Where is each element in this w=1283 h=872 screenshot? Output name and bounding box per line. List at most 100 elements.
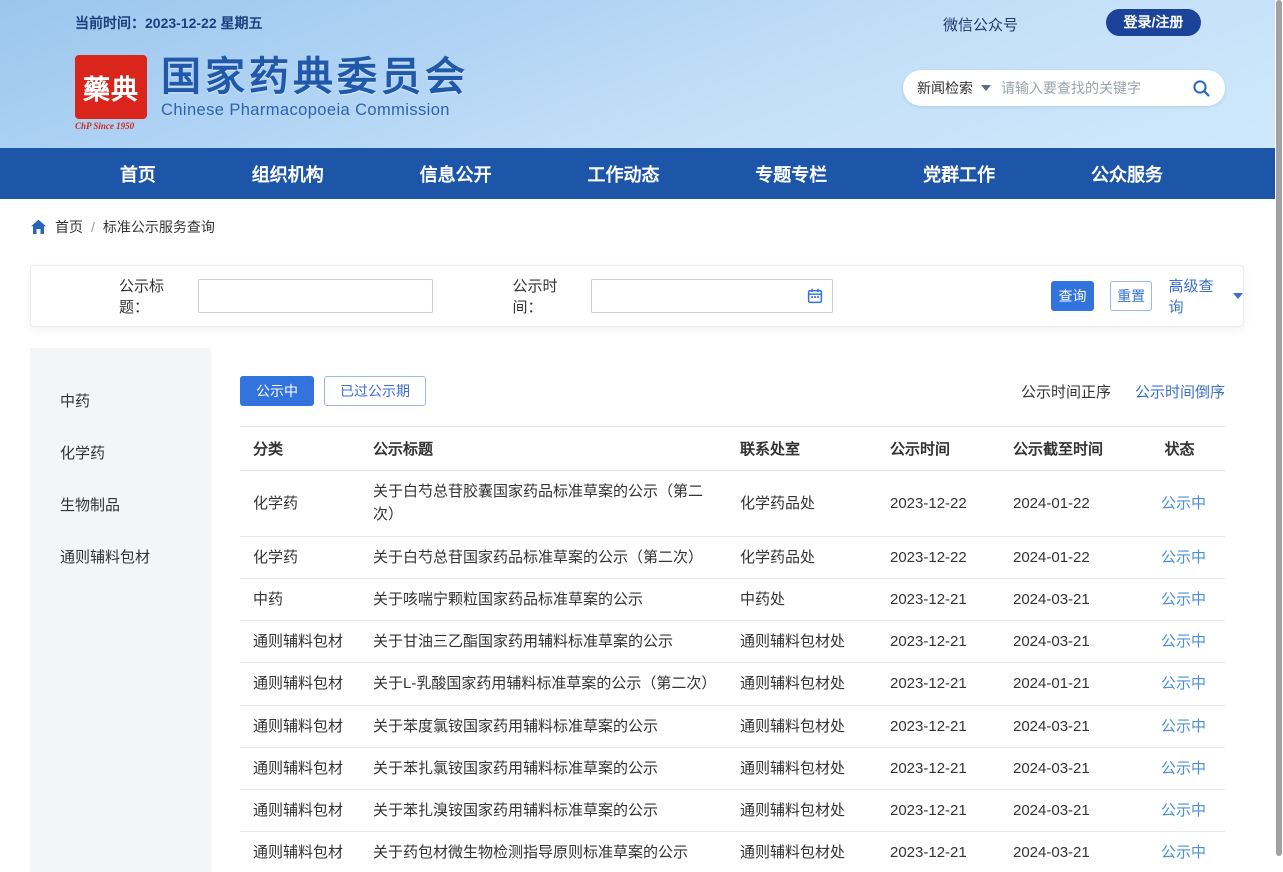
cell-deadline: 2024-03-21	[1000, 705, 1142, 747]
status-link[interactable]: 公示中	[1161, 633, 1206, 650]
category-sidebar: 中药 化学药 生物制品 通则辅料包材	[30, 348, 211, 872]
table-row: 通则辅料包材 关于药包材微生物检测指导原则标准草案的公示 通则辅料包材处 202…	[240, 832, 1225, 872]
site-names: 国家药典委员会 Chinese Pharmacopoeia Commission	[161, 55, 469, 120]
reset-button[interactable]: 重置	[1110, 281, 1153, 311]
sidebar-item-chemical[interactable]: 化学药	[30, 428, 211, 480]
status-link[interactable]: 公示中	[1161, 591, 1206, 608]
filter-panel: 公示标题： 公示时间： 查询 重置 高级查询	[30, 265, 1244, 327]
sort-time-descending[interactable]: 公示时间倒序	[1135, 381, 1225, 402]
nav-item-info-disclosure[interactable]: 信息公开	[410, 161, 502, 187]
cell-deadline: 2024-03-21	[1000, 747, 1142, 789]
search-category-select[interactable]: 新闻检索	[917, 78, 973, 98]
cell-status: 公示中	[1142, 621, 1225, 663]
cell-announcement-title[interactable]: 关于苯扎氯铵国家药用辅料标准草案的公示	[360, 747, 727, 789]
cell-publish-date: 2023-12-21	[877, 747, 1000, 789]
nav-item-public-service[interactable]: 公众服务	[1081, 161, 1173, 187]
status-link[interactable]: 公示中	[1161, 675, 1206, 692]
cell-deadline: 2024-01-22	[1000, 536, 1142, 578]
header-status: 状态	[1142, 427, 1225, 471]
cell-status: 公示中	[1142, 832, 1225, 872]
scrollbar-track	[1275, 0, 1283, 872]
sidebar-item-biologics[interactable]: 生物制品	[30, 480, 211, 532]
scrollbar-thumb[interactable]	[1276, 0, 1282, 856]
status-link[interactable]: 公示中	[1161, 844, 1206, 861]
login-register-button[interactable]: 登录/注册	[1106, 9, 1201, 36]
breadcrumb-home[interactable]: 首页	[55, 217, 83, 237]
cell-announcement-title[interactable]: 关于白芍总苷国家药品标准草案的公示（第二次）	[360, 536, 727, 578]
tab-in-publicity[interactable]: 公示中	[240, 376, 314, 406]
cell-category: 化学药	[240, 471, 360, 537]
cell-office: 化学药品处	[727, 471, 877, 537]
nav-item-organization[interactable]: 组织机构	[242, 161, 334, 187]
cell-category: 通则辅料包材	[240, 705, 360, 747]
nav-item-work-news[interactable]: 工作动态	[577, 161, 669, 187]
tab-expired-publicity[interactable]: 已过公示期	[324, 376, 426, 406]
chevron-down-icon[interactable]	[981, 85, 991, 91]
status-link[interactable]: 公示中	[1161, 718, 1206, 735]
cell-announcement-title[interactable]: 关于L-乳酸国家药用辅料标准草案的公示（第二次）	[360, 663, 727, 705]
site-title-en: Chinese Pharmacopoeia Commission	[161, 101, 469, 120]
cell-category: 中药	[240, 578, 360, 620]
filter-time-input[interactable]	[591, 279, 833, 313]
query-button[interactable]: 查询	[1051, 281, 1094, 311]
advanced-query-label: 高级查询	[1168, 275, 1226, 317]
cell-office: 中药处	[727, 578, 877, 620]
status-link[interactable]: 公示中	[1161, 549, 1206, 566]
filter-title-input[interactable]	[198, 279, 433, 313]
announcement-table: 分类 公示标题 联系处室 公示时间 公示截至时间 状态 化学药 关于白芍总苷胶囊…	[240, 426, 1225, 872]
sidebar-item-excipients[interactable]: 通则辅料包材	[30, 532, 211, 584]
cell-deadline: 2024-03-21	[1000, 578, 1142, 620]
cell-deadline: 2024-01-21	[1000, 663, 1142, 705]
table-header-row: 分类 公示标题 联系处室 公示时间 公示截至时间 状态	[240, 427, 1225, 471]
cell-announcement-title[interactable]: 关于药包材微生物检测指导原则标准草案的公示	[360, 832, 727, 872]
nav-item-party-work[interactable]: 党群工作	[913, 161, 1005, 187]
filter-title-label: 公示标题：	[119, 275, 192, 317]
sort-time-ascending[interactable]: 公示时间正序	[1021, 381, 1111, 402]
table-row: 中药 关于咳喘宁颗粒国家药品标准草案的公示 中药处 2023-12-21 202…	[240, 578, 1225, 620]
cell-publish-date: 2023-12-21	[877, 705, 1000, 747]
breadcrumb-current: 标准公示服务查询	[103, 217, 215, 237]
cell-deadline: 2024-03-21	[1000, 621, 1142, 663]
header-office: 联系处室	[727, 427, 877, 471]
table-row: 通则辅料包材 关于甘油三乙酯国家药用辅料标准草案的公示 通则辅料包材处 2023…	[240, 621, 1225, 663]
search-button[interactable]	[1186, 79, 1211, 98]
cell-announcement-title[interactable]: 关于甘油三乙酯国家药用辅料标准草案的公示	[360, 621, 727, 663]
cell-announcement-title[interactable]: 关于咳喘宁颗粒国家药品标准草案的公示	[360, 578, 727, 620]
calendar-icon[interactable]	[807, 288, 823, 304]
cell-publish-date: 2023-12-21	[877, 790, 1000, 832]
advanced-query-link[interactable]: 高级查询	[1168, 275, 1243, 317]
current-time: 当前时间：2023-12-22 星期五	[75, 13, 263, 33]
cell-deadline: 2024-03-21	[1000, 832, 1142, 872]
status-link[interactable]: 公示中	[1161, 760, 1206, 777]
logo-seal-block: 藥典 ChP Since 1950	[75, 55, 147, 131]
cell-office: 通则辅料包材处	[727, 747, 877, 789]
sort-controls: 公示时间正序 公示时间倒序	[1021, 381, 1225, 402]
cell-announcement-title[interactable]: 关于白芍总苷胶囊国家药品标准草案的公示（第二次）	[360, 471, 727, 537]
status-link[interactable]: 公示中	[1161, 495, 1206, 512]
cell-publish-date: 2023-12-21	[877, 832, 1000, 872]
home-icon[interactable]	[30, 219, 47, 235]
cell-publish-date: 2023-12-22	[877, 471, 1000, 537]
wechat-link[interactable]: 微信公众号	[943, 14, 1018, 35]
header-deadline: 公示截至时间	[1000, 427, 1142, 471]
page: 当前时间：2023-12-22 星期五 微信公众号 登录/注册 藥典 ChP S…	[0, 0, 1283, 872]
cell-office: 通则辅料包材处	[727, 832, 877, 872]
nav-item-home[interactable]: 首页	[110, 161, 166, 187]
nav-item-special-topics[interactable]: 专题专栏	[745, 161, 837, 187]
announcement-table-body: 化学药 关于白芍总苷胶囊国家药品标准草案的公示（第二次） 化学药品处 2023-…	[240, 471, 1225, 872]
filter-time-label: 公示时间：	[513, 275, 586, 317]
pharmacopoeia-seal-icon: 藥典	[75, 55, 147, 119]
table-row: 通则辅料包材 关于L-乳酸国家药用辅料标准草案的公示（第二次） 通则辅料包材处 …	[240, 663, 1225, 705]
cell-announcement-title[interactable]: 关于苯扎溴铵国家药用辅料标准草案的公示	[360, 790, 727, 832]
sidebar-item-tcm[interactable]: 中药	[30, 376, 211, 428]
search-input[interactable]	[1001, 80, 1186, 96]
cell-office: 通则辅料包材处	[727, 790, 877, 832]
status-link[interactable]: 公示中	[1161, 802, 1206, 819]
cell-status: 公示中	[1142, 578, 1225, 620]
cell-status: 公示中	[1142, 536, 1225, 578]
main-content: 公示中 已过公示期 公示时间正序 公示时间倒序 分类 公示标题 联系处室 公示时…	[211, 348, 1245, 872]
cell-announcement-title[interactable]: 关于苯度氯铵国家药用辅料标准草案的公示	[360, 705, 727, 747]
cell-category: 通则辅料包材	[240, 832, 360, 872]
breadcrumb: 首页 / 标准公示服务查询	[30, 199, 215, 255]
cell-status: 公示中	[1142, 705, 1225, 747]
